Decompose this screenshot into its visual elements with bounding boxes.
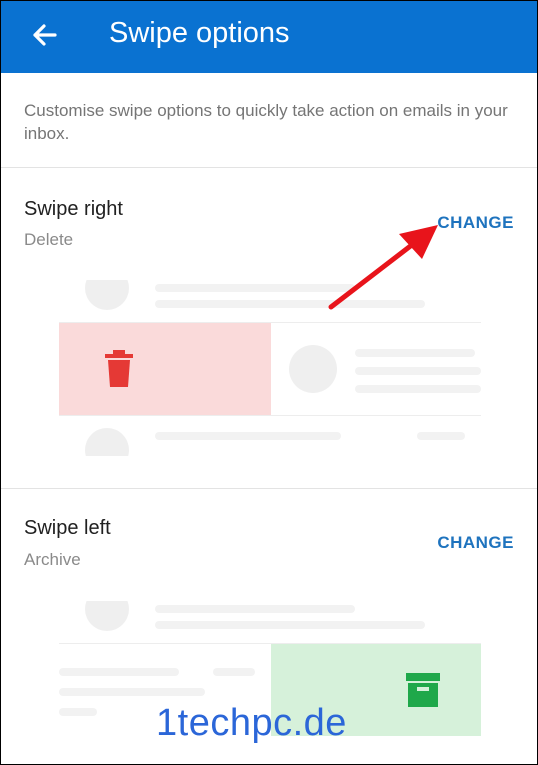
screen: Swipe options Customise swipe options to… (0, 0, 538, 765)
annotation-arrow (328, 225, 438, 310)
watermark-text: 1techpc.de (156, 702, 347, 744)
